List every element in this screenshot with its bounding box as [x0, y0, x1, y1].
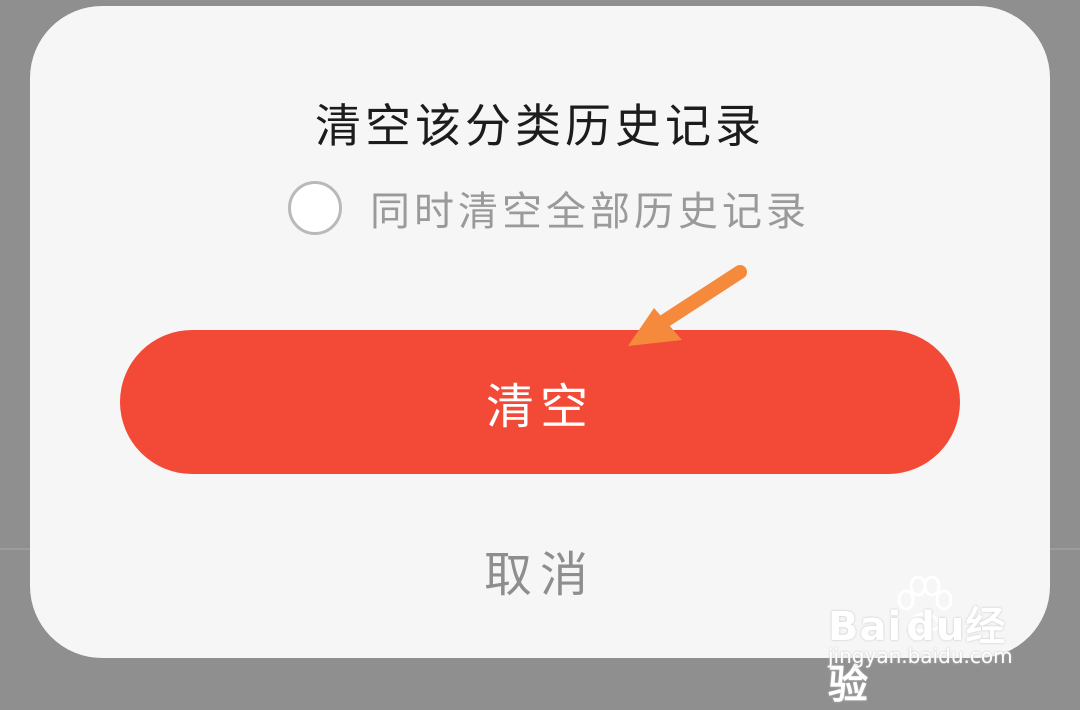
- watermark-url: jingyan.baidu.com: [828, 644, 1013, 668]
- radio-unchecked-icon[interactable]: [288, 181, 342, 235]
- cancel-button[interactable]: 取消: [440, 530, 640, 610]
- dialog-title: 清空该分类历史记录: [315, 99, 765, 153]
- clear-all-option-label[interactable]: 同时清空全部历史记录: [370, 179, 810, 237]
- clear-button[interactable]: 清空: [120, 330, 960, 474]
- baidu-watermark: Bai du经验 jingyan.baidu.com: [828, 574, 1028, 708]
- arrow-icon: [628, 265, 747, 346]
- clear-all-option[interactable]: 同时清空全部历史记录: [288, 178, 810, 238]
